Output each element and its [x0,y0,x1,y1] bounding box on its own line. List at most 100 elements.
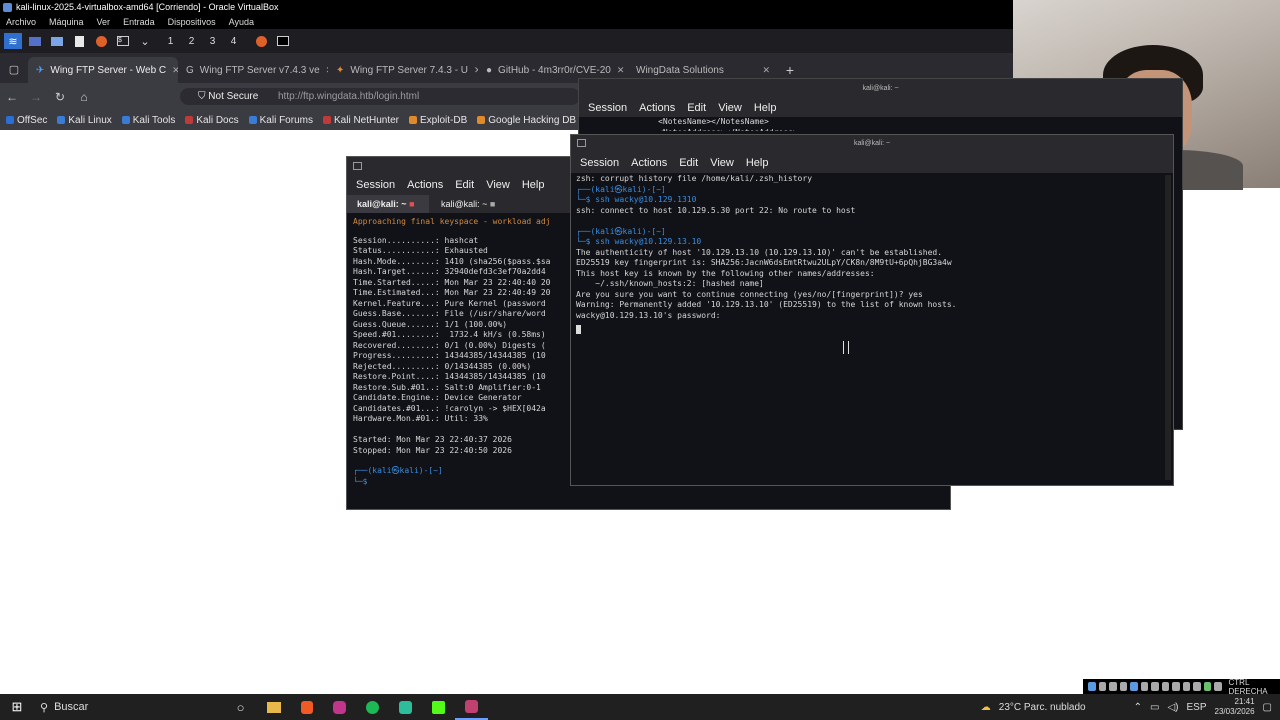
bookmark-kali-nethunter[interactable]: Kali NetHunter [322,114,400,126]
terminal-task-icon[interactable] [274,33,292,49]
menu-help[interactable]: Help [754,99,777,117]
tab-wing-ftp-web[interactable]: ✈ Wing FTP Server - Web C ✕ [28,57,178,83]
google-favicon-icon: G [186,64,194,76]
command-line: └─$ ssh wacky@10.129.13.10 [576,237,702,246]
terminal-cursor [576,325,581,334]
instagram-icon[interactable] [323,700,356,714]
workspace-2[interactable]: 2 [181,36,202,47]
clock-time: 21:41 [1234,697,1255,706]
terminal-icon[interactable]: $ [114,33,132,49]
bookmark-offsec[interactable]: OffSec [6,115,47,126]
terminal-window-ssh[interactable]: kali@kali: ~ Session Actions Edit View H… [570,134,1174,486]
reload-icon[interactable]: ↻ [48,90,72,104]
host-key-label: CTRL DERECHA [1228,677,1268,696]
menu-help[interactable]: Help [746,153,769,173]
bookmark-label: Kali Forums [259,114,313,126]
menu-view[interactable]: View [718,99,742,117]
virtualbox-task-icon[interactable] [455,694,488,720]
menu-ver[interactable]: Ver [97,15,111,29]
weather-label[interactable]: 23°C Parc. nublado [999,702,1086,713]
clock[interactable]: 21:41 23/03/2026 [1215,697,1255,717]
tab-label: Wing FTP Server v7.4.3 ve [199,64,320,76]
menu-maquina[interactable]: Máquina [49,15,84,29]
bookmark-exploit-db[interactable]: Exploit-DB [409,115,467,126]
menu-edit[interactable]: Edit [455,175,474,195]
spotify-icon[interactable] [356,700,389,714]
vbox-status-icons: CTRL DERECHA [1083,677,1280,696]
bookmark-kali-tools[interactable]: Kali Tools [121,115,175,126]
forward-icon[interactable]: → [24,90,48,104]
close-icon[interactable]: ✕ [617,65,625,76]
bookmark-label: Google Hacking DB [488,114,577,126]
bookmark-label: Exploit-DB [420,114,468,126]
text-editor-icon[interactable] [70,33,88,49]
app-icon[interactable] [389,700,422,714]
bookmark-kali-linux[interactable]: Kali Linux [57,114,112,126]
language-indicator[interactable]: ESP [1186,702,1206,713]
chevron-down-icon[interactable]: ⌄ [136,33,154,49]
menu-ayuda[interactable]: Ayuda [229,15,254,29]
back-icon[interactable]: ← [0,90,24,104]
taskbar-search[interactable]: ⚲ Buscar [34,701,224,714]
home-icon[interactable]: ⌂ [72,90,96,104]
menu-session[interactable]: Session [588,99,627,117]
volume-icon[interactable]: ◁) [1167,702,1178,713]
menu-view[interactable]: View [486,175,510,195]
menu-edit[interactable]: Edit [687,99,706,117]
notification-icon[interactable]: ▢ [1263,702,1272,713]
menu-actions[interactable]: Actions [631,153,667,173]
network-icon[interactable]: ▭ [1150,702,1159,713]
tab-overview-icon[interactable]: ▢ [0,57,28,83]
terminal-body[interactable]: zsh: corrupt history file /home/kali/.zs… [571,173,1173,339]
firefox-task-icon[interactable] [252,33,270,49]
github-favicon-icon: ● [486,64,493,76]
tab-label: WingData Solutions [636,64,724,76]
close-icon[interactable]: ■ [490,199,495,209]
terminal-menubar: Session Actions Edit View Help [571,153,1173,173]
menu-archivo[interactable]: Archivo [6,15,36,29]
menu-dispositivos[interactable]: Dispositivos [168,15,216,29]
bookmark-label: Kali NetHunter [333,114,400,126]
show-desktop-icon[interactable] [26,33,44,49]
tab-wing-ftp-v743[interactable]: G Wing FTP Server v7.4.3 ve ✕ [178,57,328,83]
tab-wing-ftp-743[interactable]: ✦ Wing FTP Server 7.4.3 - U ✕ [328,57,478,83]
kali-menu-icon[interactable]: ≋ [4,33,22,49]
browser-icon[interactable] [92,33,110,49]
virtualbox-icon [3,3,12,12]
bookmark-ghdb[interactable]: Google Hacking DB [477,115,576,126]
bookmark-kali-forums[interactable]: Kali Forums [248,114,313,126]
scrollbar[interactable] [1165,175,1171,480]
chevron-up-icon[interactable]: ⌃ [1134,702,1142,713]
brave-icon[interactable] [290,700,323,714]
shield-icon: ⛉ [198,91,206,102]
terminal-title: kali@kali: ~ [853,140,891,147]
menu-actions[interactable]: Actions [639,99,675,117]
windows-start-icon[interactable]: ⊞ [0,699,34,715]
file-explorer-icon[interactable] [257,701,290,713]
close-icon[interactable]: ■ [409,199,414,209]
tab-label: kali@kali: ~ [441,199,488,209]
menu-session[interactable]: Session [356,175,395,195]
menu-actions[interactable]: Actions [407,175,443,195]
kick-icon[interactable] [422,700,455,714]
search-label: Buscar [54,701,89,713]
terminal-tab-1[interactable]: kali@kali: ~ ■ [347,195,429,213]
menu-help[interactable]: Help [522,175,545,195]
terminal-title: kali@kali: ~ [862,85,899,92]
menu-session[interactable]: Session [580,153,619,173]
workspace-3[interactable]: 3 [202,36,223,47]
bookmark-kali-docs[interactable]: Kali Docs [185,115,239,126]
terminal-titlebar: kali@kali: ~ [571,135,1173,153]
menu-entrada[interactable]: Entrada [123,15,155,29]
bookmark-label: Kali Linux [68,114,112,126]
close-icon[interactable]: ✕ [762,65,770,76]
workspace-1[interactable]: 1 [160,36,181,47]
workspace-4[interactable]: 4 [223,36,244,47]
task-view-icon[interactable]: ○ [224,700,257,715]
menu-view[interactable]: View [710,153,734,173]
not-secure-badge[interactable]: ⛉ Not Secure [198,90,258,103]
menu-edit[interactable]: Edit [679,153,698,173]
file-manager-icon[interactable] [48,33,66,49]
terminal-tab-2[interactable]: kali@kali: ~ ■ [429,195,519,213]
tab-label: GitHub - 4m3rr0r/CVE-20 [498,64,611,76]
